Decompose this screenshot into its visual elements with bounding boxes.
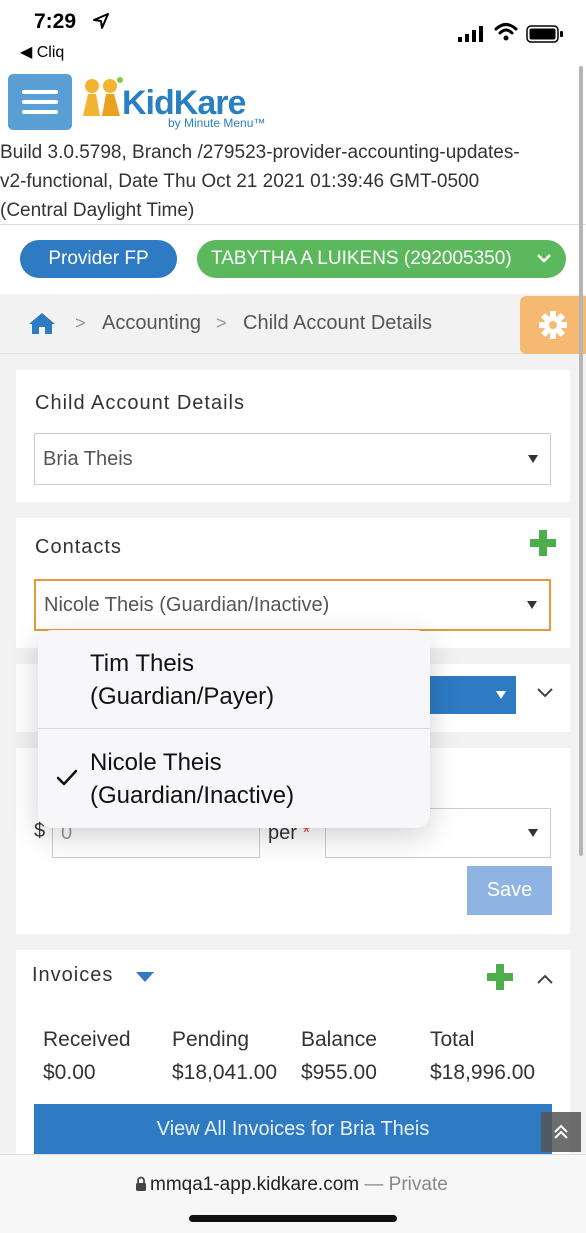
option-label: Tim Theis (Guardian/Payer) [90, 650, 275, 710]
page-scrollbar[interactable] [579, 66, 583, 856]
private-mode-label: — Private [359, 1174, 448, 1195]
caret-down-icon [527, 601, 537, 609]
chevron-down-icon[interactable] [536, 687, 554, 699]
user-selector-button[interactable]: TABYTHA A LUIKENS (292005350) [197, 240, 566, 278]
panel-title: Child Account Details [35, 392, 245, 414]
double-chevron-up-icon [554, 1124, 568, 1139]
gear-icon [539, 311, 567, 339]
dropdown-option-nicole[interactable]: Nicole Theis (Guardian/Inactive) [38, 729, 430, 828]
contact-select-value: Nicole Theis (Guardian/Inactive) [44, 594, 330, 616]
lock-icon [136, 1176, 146, 1191]
status-time: 7:29 [34, 10, 77, 33]
invoices-filter-caret-icon[interactable] [136, 972, 154, 982]
logo-subtitle: by Minute Menu™ [168, 116, 266, 130]
chevron-down-icon [537, 254, 551, 263]
summary-label-received: Received [43, 1028, 131, 1051]
location-arrow-icon [93, 13, 109, 29]
summary-value-pending: $18,041.00 [172, 1061, 278, 1084]
invoices-title: Invoices [32, 964, 114, 986]
app-header: KidKare by Minute Menu™ [0, 66, 586, 136]
chevron-up-icon[interactable] [536, 973, 554, 985]
menu-bar-icon [22, 110, 58, 114]
home-icon[interactable] [28, 311, 56, 335]
menu-button[interactable] [8, 74, 72, 130]
panel-title: Contacts [35, 536, 122, 558]
caret-down-icon [528, 455, 538, 463]
breadcrumb-accounting[interactable]: Accounting [102, 312, 201, 335]
build-info: Build 3.0.5798, Branch /279523-provider-… [0, 142, 520, 221]
kidkare-logo[interactable]: KidKare by Minute Menu™ [80, 72, 280, 130]
dropdown-option-tim[interactable]: Tim Theis (Guardian/Payer) [38, 630, 430, 729]
breadcrumb-separator: > [75, 313, 86, 333]
panel-select[interactable] [430, 676, 516, 714]
user-name: TABYTHA A LUIKENS (292005350) [211, 248, 512, 269]
summary-value-balance: $955.00 [301, 1061, 377, 1084]
summary-value-received: $0.00 [43, 1061, 96, 1084]
add-contact-icon[interactable] [530, 530, 556, 556]
summary-label-pending: Pending [172, 1028, 250, 1051]
breadcrumb-current: Child Account Details [243, 312, 432, 334]
wifi-icon [494, 23, 518, 41]
menu-bar-icon [22, 100, 58, 104]
menu-bar-icon [22, 90, 58, 94]
divider [0, 224, 586, 225]
kids-logo-icon [83, 77, 123, 116]
breadcrumb: > Accounting > Child Account Details [0, 294, 586, 354]
summary-value-total: $18,996.00 [430, 1061, 536, 1084]
cellular-signal-icon [458, 26, 483, 42]
option-label: Nicole Theis (Guardian/Inactive) [90, 749, 295, 809]
browser-bar: mmqa1-app.kidkare.com — Private [0, 1154, 586, 1233]
settings-button[interactable] [520, 296, 586, 354]
contact-dropdown-menu: Tim Theis (Guardian/Payer) Nicole Theis … [38, 630, 430, 828]
child-select[interactable]: Bria Theis [34, 433, 551, 485]
home-indicator[interactable] [189, 1215, 397, 1222]
provider-role-button[interactable]: Provider FP [20, 240, 177, 278]
breadcrumb-separator: > [216, 313, 227, 333]
status-bar: 7:29 ◀ Cliq [0, 0, 586, 66]
view-all-invoices-button[interactable]: View All Invoices for Bria Theis [34, 1104, 552, 1154]
save-button[interactable]: Save [467, 866, 552, 915]
caret-down-icon [496, 691, 506, 699]
summary-label-balance: Balance [301, 1028, 377, 1051]
back-to-app-link[interactable]: ◀ Cliq [20, 42, 64, 62]
url-field[interactable]: mmqa1-app.kidkare.com — Private [150, 1174, 448, 1196]
summary-label-total: Total [430, 1028, 475, 1051]
url-text: mmqa1-app.kidkare.com [150, 1174, 360, 1195]
contact-select[interactable]: Nicole Theis (Guardian/Inactive) [34, 579, 551, 631]
contacts-panel: Contacts Nicole Theis (Guardian/Inactive… [16, 518, 570, 648]
scroll-to-top-button[interactable] [541, 1112, 581, 1152]
add-invoice-icon[interactable] [487, 964, 513, 990]
checkmark-icon [56, 769, 78, 786]
child-details-panel: Child Account Details Bria Theis [16, 370, 570, 502]
child-select-value: Bria Theis [43, 448, 133, 470]
caret-down-icon [528, 829, 538, 837]
battery-icon [526, 25, 563, 43]
